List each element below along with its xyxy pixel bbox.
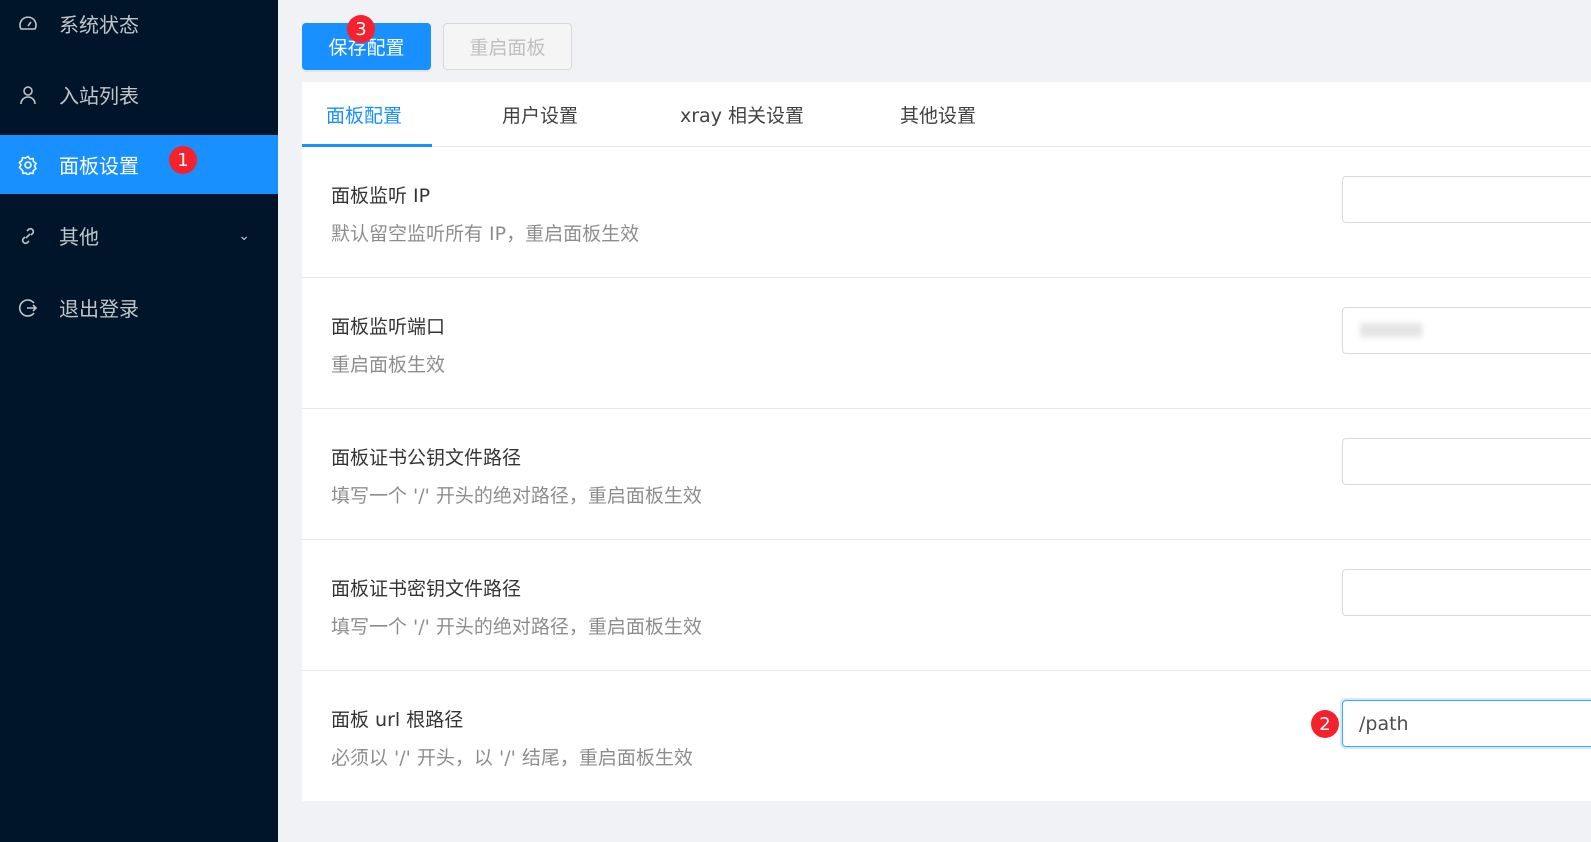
settings-tabs: 面板配置 用户设置 xray 相关设置 其他设置 <box>302 82 1591 147</box>
redacted-value <box>1360 323 1422 337</box>
sidebar: 系统状态 入站列表 面板设置 其他 ⌄ 退出登录 <box>0 0 278 842</box>
setting-cert-public-key: 面板证书公钥文件路径 填写一个 '/' 开头的绝对路径，重启面板生效 <box>302 409 1591 540</box>
setting-title: 面板 url 根路径 <box>331 709 464 731</box>
setting-title: 面板证书密钥文件路径 <box>331 578 522 600</box>
setting-description: 填写一个 '/' 开头的绝对路径，重启面板生效 <box>331 616 702 638</box>
annotation-badge-2: 2 <box>1311 710 1339 738</box>
setting-title: 面板监听端口 <box>331 316 446 338</box>
sidebar-item-label: 退出登录 <box>59 297 139 321</box>
cert-public-key-input[interactable] <box>1342 438 1591 485</box>
listen-ip-input[interactable] <box>1342 176 1591 223</box>
sidebar-item-other[interactable]: 其他 ⌄ <box>0 206 278 265</box>
dashboard-icon <box>17 13 39 35</box>
annotation-badge-3: 3 <box>347 15 375 43</box>
url-base-path-input[interactable] <box>1342 700 1591 747</box>
chevron-down-icon: ⌄ <box>238 227 250 244</box>
tab-user-settings[interactable]: 用户设置 <box>502 82 578 147</box>
settings-card: 面板配置 用户设置 xray 相关设置 其他设置 面板监听 IP 默认留空监听所… <box>302 82 1591 801</box>
sidebar-item-inbound-list[interactable]: 入站列表 <box>0 65 278 124</box>
tab-other-settings[interactable]: 其他设置 <box>900 82 976 147</box>
sidebar-item-label: 系统状态 <box>59 13 139 37</box>
setting-title: 面板监听 IP <box>331 185 431 207</box>
sidebar-item-label: 其他 <box>59 225 99 249</box>
setting-cert-private-key: 面板证书密钥文件路径 填写一个 '/' 开头的绝对路径，重启面板生效 <box>302 540 1591 671</box>
tab-panel-config[interactable]: 面板配置 <box>326 82 402 147</box>
cert-private-key-input[interactable] <box>1342 569 1591 616</box>
sidebar-item-system-status[interactable]: 系统状态 <box>0 0 278 53</box>
user-icon <box>17 84 39 106</box>
setting-title: 面板证书公钥文件路径 <box>331 447 522 469</box>
setting-listen-ip: 面板监听 IP 默认留空监听所有 IP，重启面板生效 <box>302 147 1591 278</box>
restart-panel-button[interactable]: 重启面板 <box>443 23 572 70</box>
setting-listen-port: 面板监听端口 重启面板生效 <box>302 278 1591 409</box>
setting-description: 默认留空监听所有 IP，重启面板生效 <box>331 223 640 245</box>
setting-icon <box>17 154 39 176</box>
sidebar-item-panel-settings[interactable]: 面板设置 <box>0 135 278 194</box>
logout-icon <box>17 297 39 319</box>
link-icon <box>17 225 39 247</box>
sidebar-item-label: 入站列表 <box>59 84 139 108</box>
sidebar-item-logout[interactable]: 退出登录 <box>0 278 278 337</box>
annotation-badge-1: 1 <box>169 146 197 174</box>
setting-description: 填写一个 '/' 开头的绝对路径，重启面板生效 <box>331 485 702 507</box>
setting-url-base-path: 面板 url 根路径 必须以 '/' 开头，以 '/' 结尾，重启面板生效 2 <box>302 671 1591 802</box>
setting-description: 必须以 '/' 开头，以 '/' 结尾，重启面板生效 <box>331 747 693 769</box>
setting-description: 重启面板生效 <box>331 354 446 376</box>
tab-xray-settings[interactable]: xray 相关设置 <box>680 82 804 147</box>
sidebar-item-label: 面板设置 <box>59 154 139 178</box>
